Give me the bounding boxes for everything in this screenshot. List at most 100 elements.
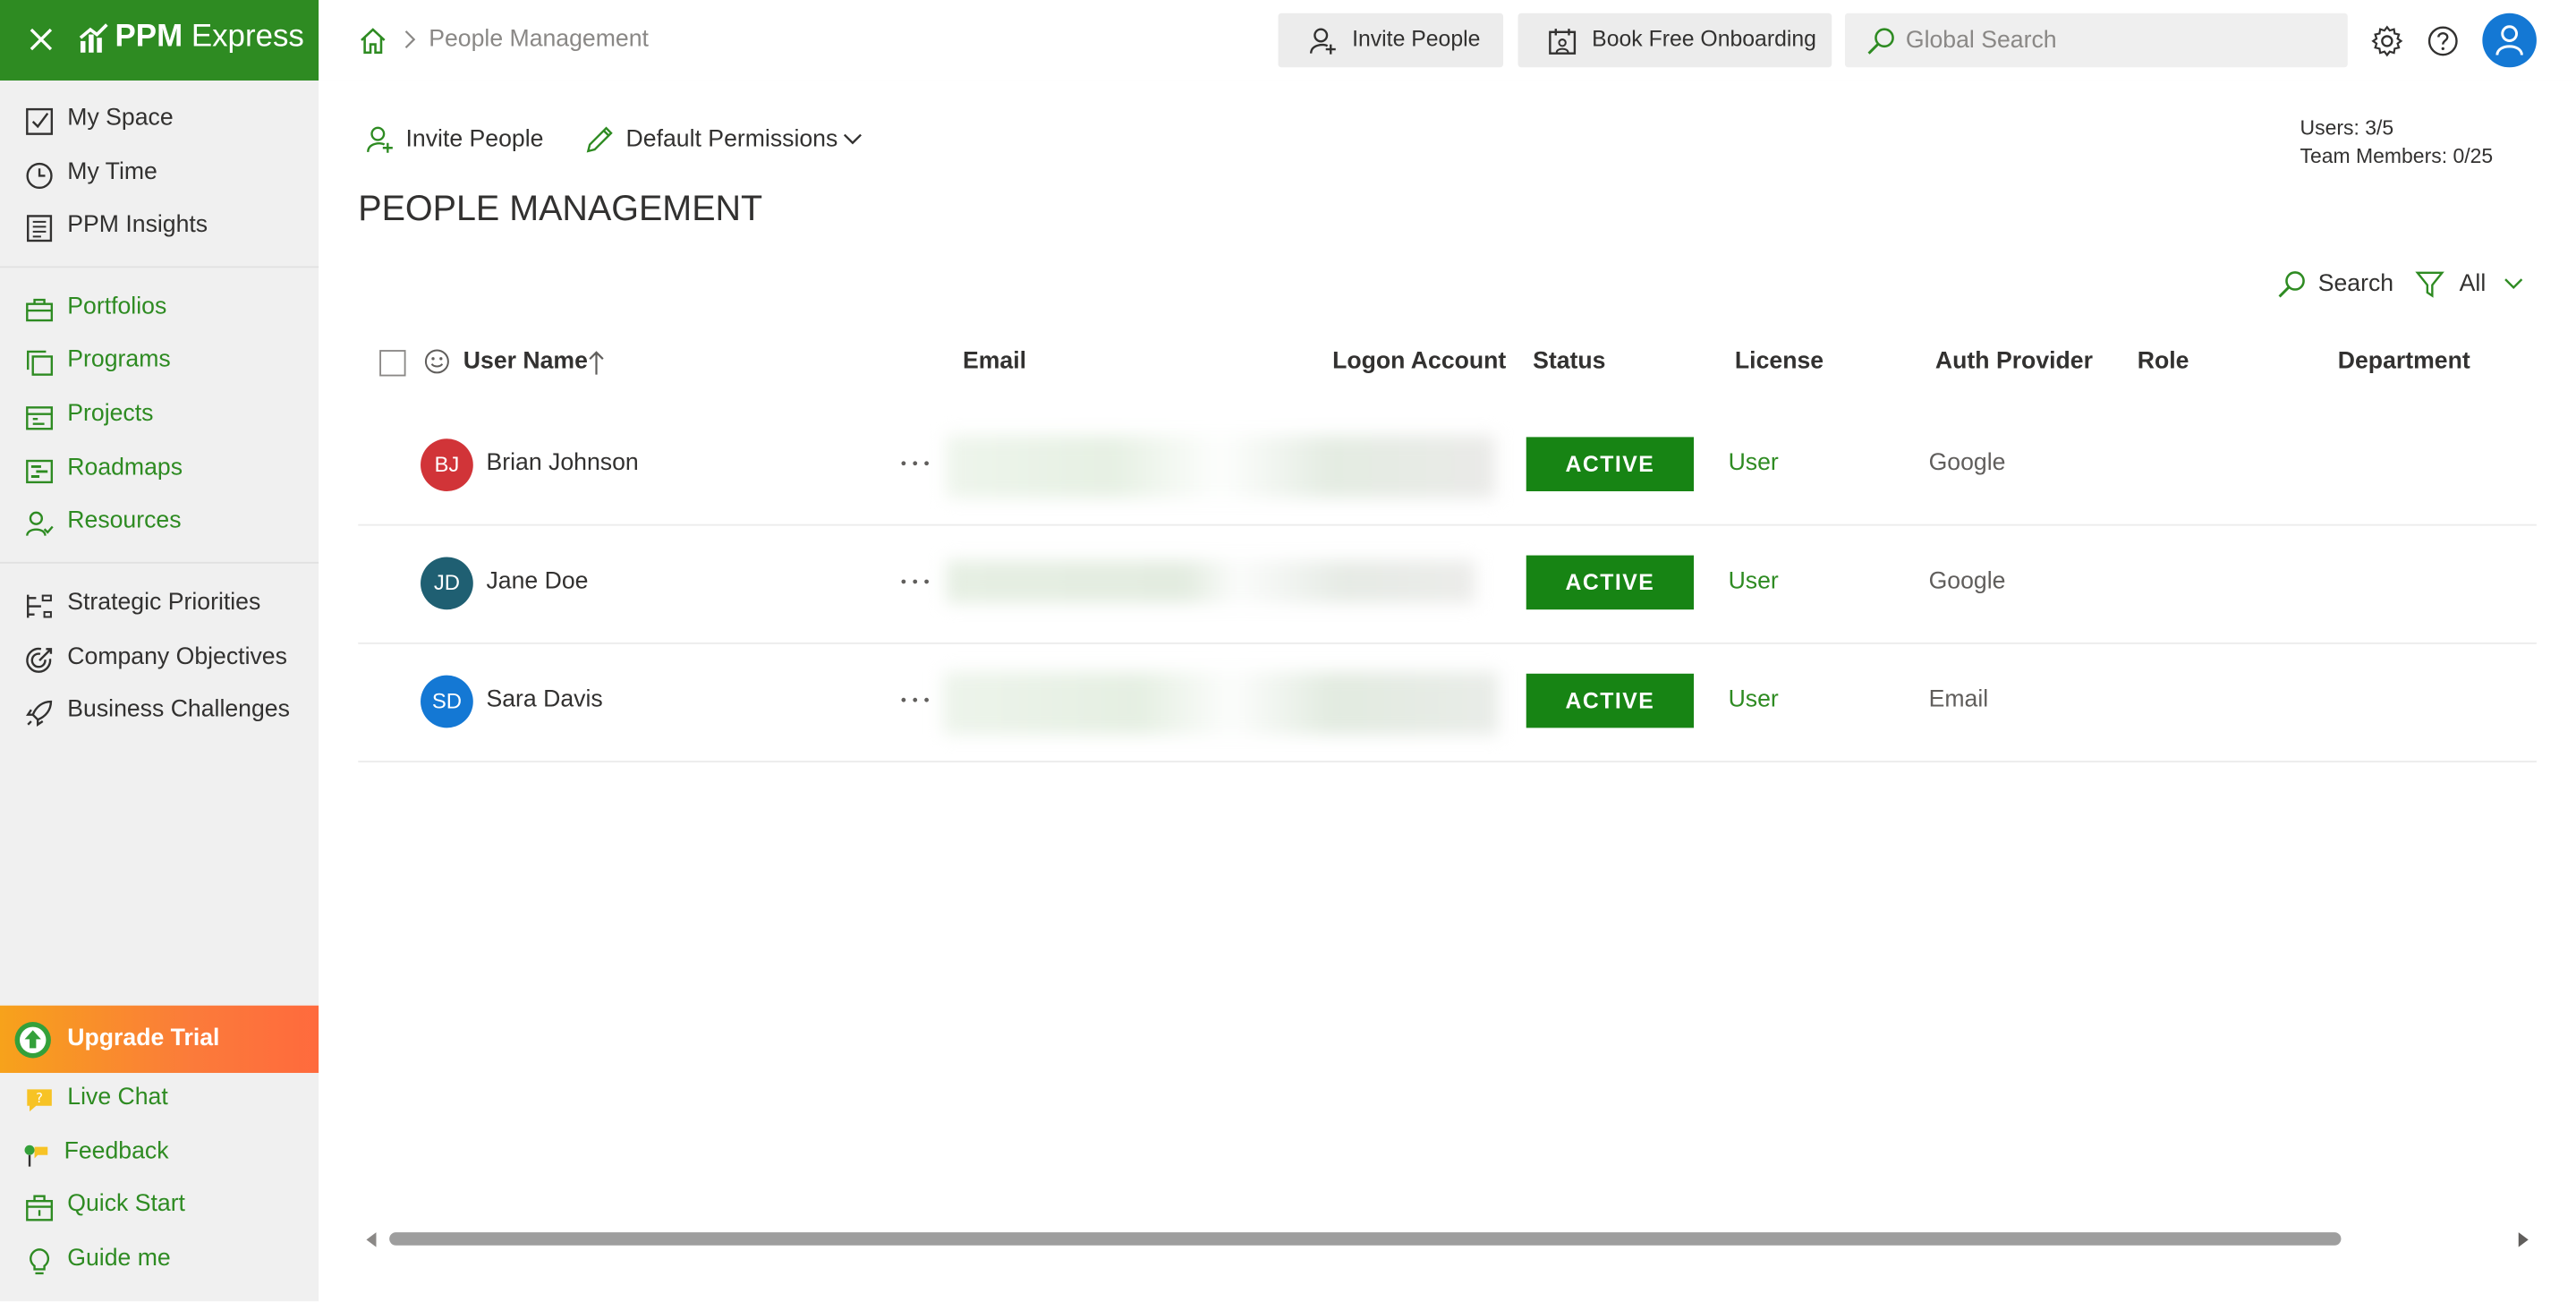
auth-provider: Email — [1928, 686, 1989, 713]
default-permissions-label: Default Permissions — [625, 126, 838, 153]
sidebar-item-label: Business Challenges — [67, 696, 290, 723]
invite-people-top-button[interactable]: Invite People — [1278, 13, 1504, 68]
book-onboarding-label: Book Free Onboarding — [1592, 26, 1816, 51]
sidebar-item-label: Company Objectives — [67, 643, 287, 671]
status-badge: ACTIVE — [1526, 555, 1695, 610]
gear-icon[interactable] — [2370, 25, 2403, 58]
sidebar-item-projects[interactable]: Projects — [0, 391, 319, 444]
sidebar-item-quick-start[interactable]: Quick Start — [0, 1181, 319, 1234]
rocket-icon — [25, 700, 53, 727]
more-options-icon[interactable] — [897, 446, 933, 481]
sidebar-item-live-chat[interactable]: ? Live Chat — [0, 1075, 319, 1128]
auth-provider: Google — [1928, 568, 2006, 595]
select-all-checkbox[interactable] — [379, 350, 406, 377]
sidebar-item-label: Projects — [67, 401, 154, 428]
upgrade-trial-button[interactable]: Upgrade Trial — [0, 1005, 319, 1073]
portfolio-icon — [26, 298, 54, 322]
sidebar-item-business-challenges[interactable]: Business Challenges — [0, 686, 319, 739]
sidebar-item-strategic-priorities[interactable]: Strategic Priorities — [0, 580, 319, 633]
calendar-person-icon — [1549, 29, 1577, 55]
smiley-icon — [424, 349, 449, 374]
checkbox-icon — [26, 107, 54, 135]
breadcrumb-current: People Management — [429, 26, 649, 53]
user-avatar[interactable] — [2482, 13, 2537, 68]
table-row[interactable]: BJ Brian Johnson ACTIVE User Google — [358, 406, 2537, 526]
sidebar-item-guide-me[interactable]: Guide me — [0, 1236, 319, 1289]
horizontal-scrollbar[interactable] — [358, 1228, 2537, 1251]
global-search[interactable] — [1844, 13, 2348, 68]
sidebar-divider — [0, 266, 319, 268]
user-name[interactable]: Sara Davis — [486, 686, 602, 712]
scroll-left-icon[interactable] — [365, 1232, 378, 1247]
sidebar-item-my-time[interactable]: My Time — [0, 149, 319, 202]
users-count: Users: 3/5 — [2300, 116, 2394, 140]
sidebar-item-roadmaps[interactable]: Roadmaps — [0, 446, 319, 498]
programs-icon — [27, 350, 54, 376]
help-icon[interactable] — [2427, 25, 2460, 58]
auth-provider: Google — [1928, 450, 2006, 477]
table-row[interactable]: JD Jane Doe ACTIVE User Google — [358, 524, 2537, 644]
user-name[interactable]: Jane Doe — [486, 568, 588, 594]
team-members-count: Team Members: 0/25 — [2300, 144, 2494, 168]
column-header-auth-provider[interactable]: Auth Provider — [1935, 348, 2093, 374]
invite-people-command[interactable]: Invite People — [365, 123, 549, 159]
status-badge: ACTIVE — [1526, 437, 1695, 491]
sidebar-item-company-objectives[interactable]: Company Objectives — [0, 634, 319, 687]
table-row[interactable]: SD Sara Davis ACTIVE User Email — [358, 642, 2537, 762]
book-onboarding-button[interactable]: Book Free Onboarding — [1518, 13, 1832, 68]
lightbulb-icon — [30, 1248, 50, 1275]
column-header-department[interactable]: Department — [2338, 348, 2470, 374]
redacted-email — [942, 671, 1499, 735]
column-header-logon-account[interactable]: Logon Account — [1332, 348, 1506, 374]
user-name[interactable]: Brian Johnson — [486, 450, 638, 476]
priorities-icon — [27, 594, 52, 618]
sidebar-item-label: Live Chat — [67, 1084, 168, 1111]
avatar: JD — [421, 557, 473, 610]
search-icon — [2278, 271, 2305, 298]
sort-ascending-icon[interactable] — [588, 350, 604, 376]
feedback-icon — [24, 1145, 48, 1167]
svg-text:?: ? — [36, 1091, 43, 1106]
column-header-role[interactable]: Role — [2138, 348, 2189, 374]
add-person-icon — [367, 126, 393, 153]
filter-value: All — [2459, 270, 2487, 298]
page-title: PEOPLE MANAGEMENT — [358, 189, 763, 229]
sidebar-item-programs[interactable]: Programs — [0, 336, 319, 389]
ppm-logo-icon — [79, 23, 108, 53]
license-link[interactable]: User — [1729, 450, 1779, 476]
sidebar-item-portfolios[interactable]: Portfolios — [0, 285, 319, 337]
default-permissions-dropdown[interactable]: Default Permissions — [585, 123, 868, 159]
column-header-license[interactable]: License — [1735, 348, 1824, 374]
sidebar-item-ppm-insights[interactable]: PPM Insights — [0, 202, 319, 255]
sidebar-item-label: Resources — [67, 507, 182, 534]
column-header-user-name[interactable]: User Name — [463, 348, 588, 374]
sidebar-item-label: My Space — [67, 105, 174, 132]
column-header-status[interactable]: Status — [1533, 348, 1605, 374]
scroll-right-icon[interactable] — [2517, 1232, 2530, 1247]
invite-people-top-label: Invite People — [1352, 26, 1481, 51]
sidebar-item-resources[interactable]: Resources — [0, 498, 319, 550]
sidebar-item-label: Portfolios — [67, 294, 167, 321]
add-person-icon — [1310, 28, 1336, 55]
more-options-icon[interactable] — [897, 682, 933, 718]
scrollbar-thumb[interactable] — [389, 1232, 2342, 1246]
license-counts: Users: 3/5 Team Members: 0/25 — [2300, 115, 2494, 171]
redacted-email — [946, 560, 1475, 603]
top-bar: People Management Invite People Book Fre… — [319, 0, 2576, 82]
brand-name: PPM Express — [115, 20, 304, 55]
chevron-down-icon — [843, 133, 862, 145]
pencil-icon — [586, 126, 613, 153]
home-icon[interactable] — [358, 26, 387, 55]
license-link[interactable]: User — [1729, 686, 1779, 712]
column-header-email[interactable]: Email — [963, 348, 1026, 374]
global-search-input[interactable] — [1905, 22, 2334, 60]
target-icon — [26, 647, 53, 673]
sidebar-item-my-space[interactable]: My Space — [0, 95, 319, 148]
sidebar-divider — [0, 561, 319, 564]
more-options-icon[interactable] — [897, 564, 933, 600]
license-link[interactable]: User — [1729, 568, 1779, 594]
search-icon — [1867, 28, 1894, 55]
person-icon — [2495, 25, 2523, 55]
sidebar-item-feedback[interactable]: Feedback — [0, 1128, 319, 1181]
close-icon[interactable] — [23, 21, 59, 57]
